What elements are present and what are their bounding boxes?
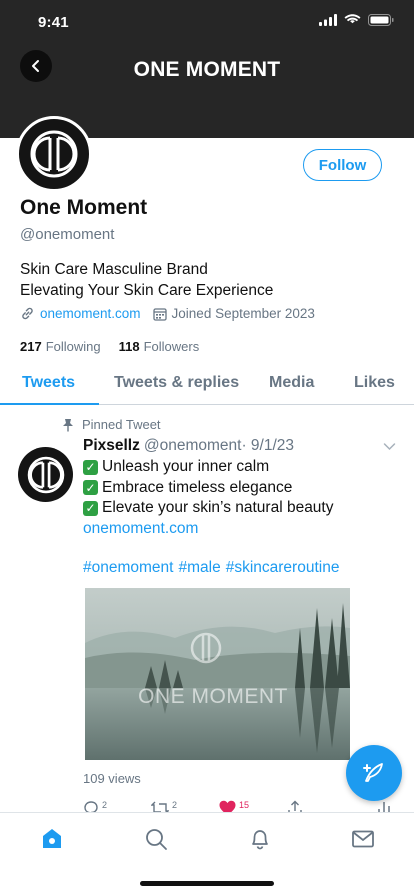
lake-landscape-photo: ONE MOMENT bbox=[85, 588, 350, 760]
tweet-line: ✓ Unleash your inner calm bbox=[83, 457, 334, 478]
tweet-link[interactable]: onemoment.com bbox=[83, 519, 334, 540]
brand-logo-icon bbox=[27, 456, 64, 493]
tab-tweets-replies[interactable]: Tweets & replies bbox=[114, 374, 239, 392]
tweet-options-button[interactable] bbox=[383, 438, 396, 456]
bell-icon bbox=[252, 830, 268, 850]
hashtag-link[interactable]: #skincareroutine bbox=[226, 559, 340, 577]
hashtag-link[interactable]: #male bbox=[178, 559, 220, 577]
retweet-count: 2 bbox=[172, 800, 178, 810]
reply-count: 2 bbox=[102, 800, 108, 810]
tweet-hashtags: #onemoment #male #skincareroutine bbox=[83, 559, 339, 577]
compose-tweet-button[interactable] bbox=[346, 745, 402, 801]
tab-media[interactable]: Media bbox=[269, 374, 314, 392]
profile-bio: Skin Care Masculine Brand Elevating Your… bbox=[20, 259, 273, 301]
check-mark-icon: ✓ bbox=[83, 459, 98, 475]
website-link[interactable]: onemoment.com bbox=[40, 306, 141, 321]
tweet-line: ✓ Elevate your skin’s natural beauty bbox=[83, 498, 334, 519]
profile-stats: 217 Following 118 Followers bbox=[20, 339, 199, 354]
tweet-line-text: Embrace timeless elegance bbox=[102, 478, 293, 496]
followers-label: Followers bbox=[143, 339, 200, 354]
tweet-media-image[interactable]: ONE MOMENT bbox=[85, 588, 350, 760]
chevron-down-icon bbox=[383, 443, 396, 451]
image-watermark-text: ONE MOMENT bbox=[138, 685, 288, 708]
status-bar: 9:41 bbox=[0, 0, 414, 46]
calendar-icon bbox=[152, 307, 167, 321]
status-icons bbox=[319, 14, 394, 26]
following-link[interactable]: 217 Following bbox=[20, 339, 101, 354]
nav-home[interactable] bbox=[40, 827, 64, 851]
followers-link[interactable]: 118 Followers bbox=[119, 339, 200, 354]
follow-button[interactable]: Follow bbox=[303, 149, 382, 181]
joined-date: Joined September 2023 bbox=[171, 306, 315, 321]
like-count: 15 bbox=[239, 800, 250, 810]
pin-icon bbox=[63, 418, 73, 431]
pinned-label-row: Pinned Tweet bbox=[62, 417, 161, 432]
home-icon bbox=[43, 829, 61, 848]
profile-meta: onemoment.com Joined September 2023 bbox=[20, 306, 315, 321]
profile-name: One Moment bbox=[20, 196, 148, 219]
nav-search[interactable] bbox=[144, 827, 168, 851]
link-icon bbox=[22, 307, 33, 320]
check-mark-icon: ✓ bbox=[83, 480, 98, 496]
nav-notifications[interactable] bbox=[248, 827, 272, 851]
tweet-line-text: Unleash your inner calm bbox=[102, 458, 270, 475]
tweet-line-text: Elevate your skin’s natural beauty bbox=[102, 499, 334, 516]
tweet-views: 109 views bbox=[83, 771, 141, 786]
status-time: 9:41 bbox=[38, 14, 69, 31]
tweet-line: ✓ Embrace timeless elegance bbox=[83, 478, 334, 499]
wifi-icon bbox=[344, 14, 361, 24]
search-icon bbox=[146, 829, 167, 850]
hashtag-link[interactable]: #onemoment bbox=[83, 559, 173, 577]
pinned-label: Pinned Tweet bbox=[82, 417, 161, 432]
signal-icon bbox=[319, 14, 337, 26]
tab-tweets[interactable]: Tweets bbox=[22, 374, 75, 392]
battery-icon bbox=[368, 14, 394, 26]
mail-icon bbox=[352, 830, 374, 848]
bio-line: Skin Care Masculine Brand bbox=[20, 261, 208, 278]
tweet-meta: @onemoment· 9/1/23 bbox=[143, 437, 295, 454]
compose-icon bbox=[363, 763, 383, 782]
profile-tabs: Tweets Tweets & replies Media Likes bbox=[0, 364, 414, 405]
tab-likes[interactable]: Likes bbox=[354, 374, 395, 392]
home-indicator bbox=[140, 881, 274, 886]
profile-handle: @onemoment bbox=[20, 226, 115, 243]
brand-logo-icon bbox=[30, 130, 78, 178]
tweet-author[interactable]: Pixsellz bbox=[83, 437, 140, 454]
following-label: Following bbox=[45, 339, 101, 354]
followers-count: 118 bbox=[118, 339, 140, 354]
tweet-header: Pixsellz @onemoment· 9/1/23 bbox=[83, 437, 294, 455]
profile-avatar[interactable] bbox=[16, 116, 92, 192]
tweet-body: ✓ Unleash your inner calm ✓ Embrace timele… bbox=[83, 457, 334, 539]
nav-messages[interactable] bbox=[351, 827, 375, 851]
tweet-avatar[interactable] bbox=[18, 447, 73, 502]
following-count: 217 bbox=[20, 339, 42, 354]
active-tab-indicator bbox=[0, 403, 99, 405]
bio-line: Elevating Your Skin Care Experience bbox=[20, 282, 274, 299]
header-title: ONE MOMENT bbox=[133, 58, 281, 81]
check-mark-icon: ✓ bbox=[83, 500, 98, 516]
